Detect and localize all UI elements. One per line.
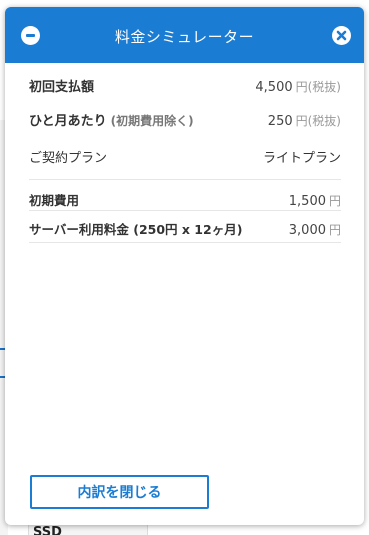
close-icon	[336, 30, 347, 41]
close-x-button[interactable]	[332, 26, 351, 45]
price-simulator-modal: 料金シミュレーター 初回支払額 4,500 円(税抜) ひと月あたり (初期費用除く…	[5, 7, 364, 525]
row-label-text: 初期費用	[29, 193, 80, 208]
row-label: ご契約プラン	[29, 147, 107, 166]
row-initial-fee: 初期費用 1,500 円	[29, 179, 341, 211]
row-value: 3,000 円	[289, 221, 341, 238]
row-value-amount: ライトプラン	[262, 151, 341, 166]
row-label: 初期費用	[29, 190, 79, 209]
row-value: 250 円(税抜)	[268, 112, 341, 129]
row-label-text: ひと月あたり	[29, 114, 107, 129]
close-breakdown-button[interactable]: 内訳を閉じる	[30, 475, 209, 509]
row-value-amount: 1,500	[288, 194, 326, 209]
row-value: ライトプラン	[263, 147, 341, 166]
row-value-unit: 円(税抜)	[295, 80, 341, 94]
row-initial-payment: 初回支払額 4,500 円(税抜)	[29, 76, 341, 96]
row-value-amount: 250	[267, 114, 293, 129]
row-label-note: (初期費用除く)	[110, 114, 194, 128]
row-label: ひと月あたり (初期費用除く)	[29, 110, 194, 129]
row-value-amount: 3,000	[288, 223, 326, 238]
row-value-amount: 4,500	[255, 80, 293, 95]
price-breakdown: 初回支払額 4,500 円(税抜) ひと月あたり (初期費用除く) 250 円(税抜)…	[5, 76, 364, 243]
row-value-unit: 円(税抜)	[295, 114, 341, 128]
background-ssd-tab: SSD	[28, 524, 148, 535]
row-value-unit: 円	[328, 194, 341, 208]
row-label-text: サーバー利用料金 (250円 x 12ヶ月)	[29, 222, 243, 237]
row-server-fee: サーバー利用料金 (250円 x 12ヶ月) 3,000 円	[29, 211, 341, 243]
row-value: 4,500 円(税抜)	[255, 78, 341, 95]
row-monthly: ひと月あたり (初期費用除く) 250 円(税抜)	[29, 110, 341, 130]
row-label-text: ご契約プラン	[29, 151, 108, 166]
row-value-unit: 円	[328, 223, 341, 237]
row-label: 初回支払額	[29, 76, 94, 95]
row-label-text: 初回支払額	[29, 80, 95, 95]
modal-header: 料金シミュレーター	[5, 7, 364, 63]
row-value: 1,500 円	[289, 192, 341, 209]
row-label: サーバー利用料金 (250円 x 12ヶ月)	[29, 219, 242, 238]
modal-title: 料金シミュレーター	[114, 28, 255, 46]
row-plan: ご契約プラン ライトプラン	[29, 147, 341, 167]
